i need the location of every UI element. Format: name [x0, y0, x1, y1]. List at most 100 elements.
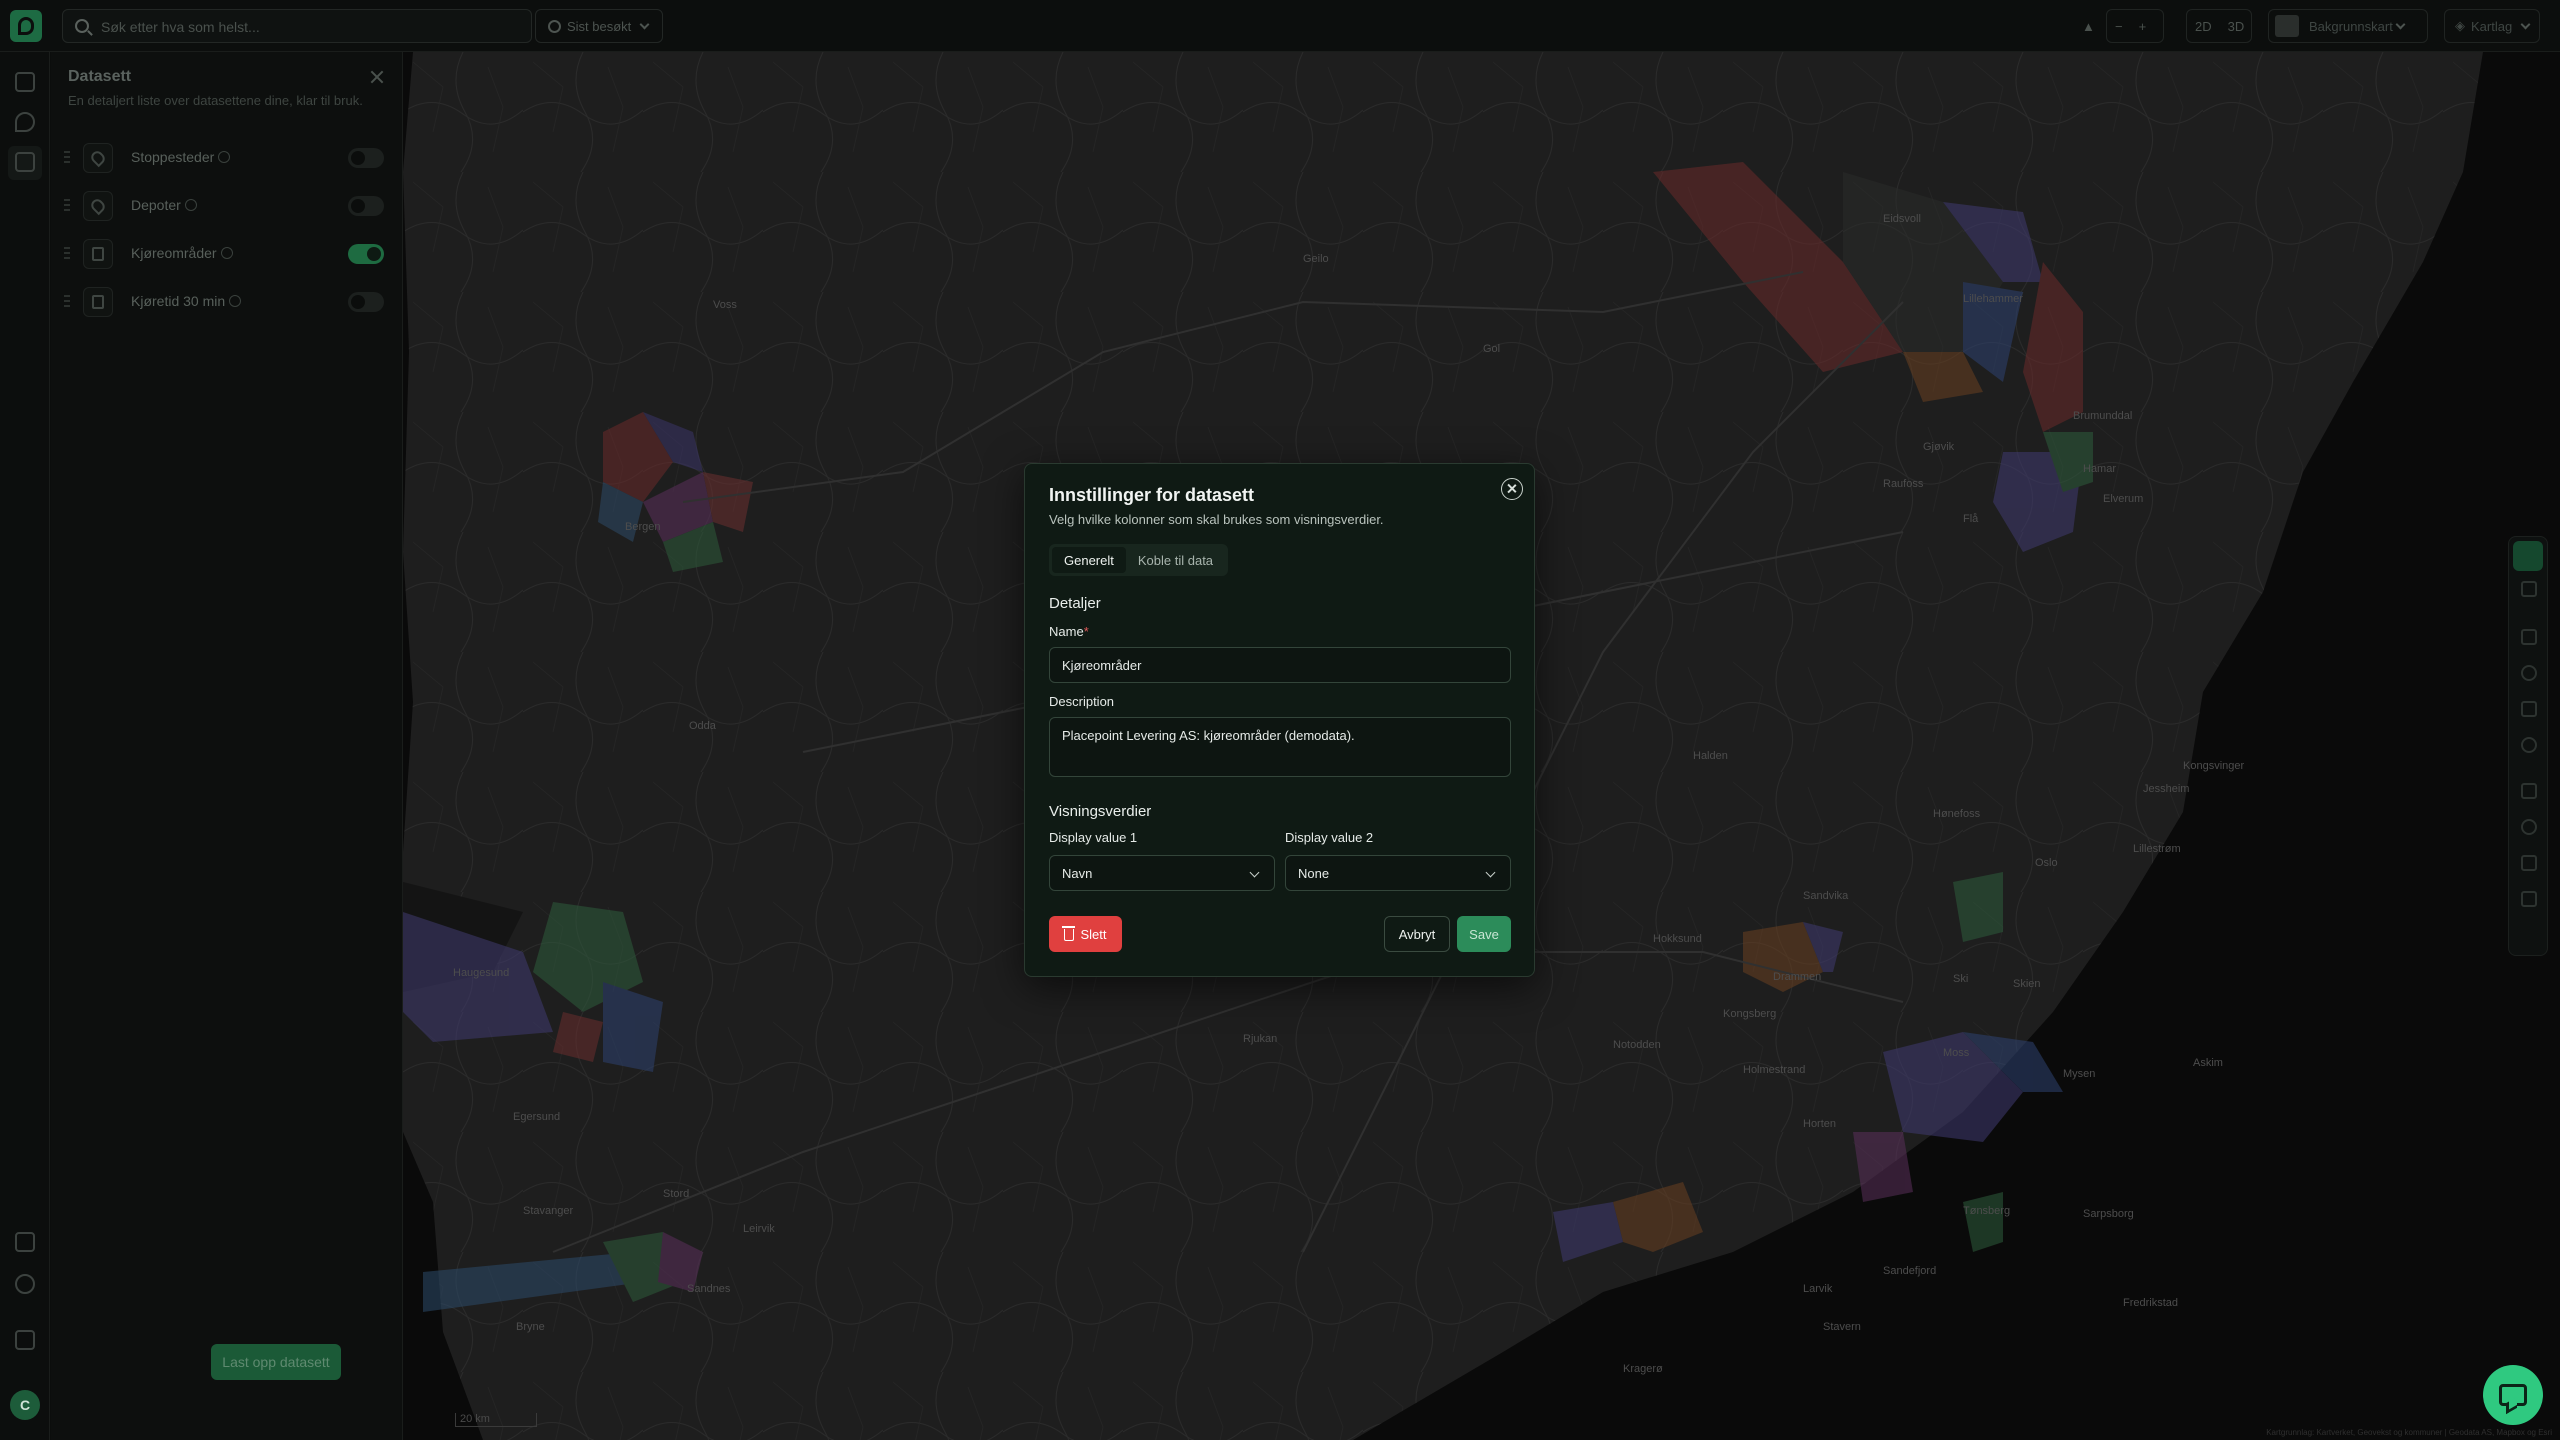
- layers-dropdown[interactable]: ◈ Kartlag: [2444, 9, 2540, 43]
- description-field[interactable]: Placepoint Levering AS: kjøreområder (de…: [1049, 717, 1511, 777]
- info-icon[interactable]: [184, 199, 197, 211]
- map-place-label: Kragerø: [1623, 1363, 1663, 1375]
- info-icon[interactable]: [220, 247, 233, 259]
- save-button[interactable]: Save: [1457, 916, 1511, 952]
- map-place-label: Fredrikstad: [2123, 1297, 2178, 1309]
- drag-handle-icon[interactable]: [64, 295, 70, 309]
- dataset-toggle[interactable]: [348, 196, 384, 216]
- map-place-label: Tønsberg: [1963, 1205, 2010, 1217]
- dataset-label: Depoter: [131, 197, 181, 213]
- list-item[interactable]: Depoter: [51, 182, 403, 230]
- bookmark-icon[interactable]: [2521, 629, 2537, 645]
- left-rail: C: [0, 52, 50, 1440]
- app-logo[interactable]: [10, 10, 42, 42]
- display-value-2-select[interactable]: None: [1285, 855, 1511, 891]
- map-place-label: Odda: [689, 720, 717, 732]
- global-search[interactable]: Søk etter hva som helst...: [62, 9, 532, 43]
- search-icon: [75, 19, 89, 33]
- details-section-title: Detaljer: [1049, 595, 1101, 612]
- layers-label: Kartlag: [2471, 18, 2513, 34]
- zoom-in-button[interactable]: +: [2131, 10, 2155, 42]
- name-value: Kjøreområder: [1062, 657, 1142, 673]
- collapse-icon[interactable]: [2521, 927, 2537, 943]
- info-icon[interactable]: [218, 151, 231, 163]
- map-scale-bar: 20 km: [455, 1413, 537, 1427]
- background-map-label: Bakgrunnskart: [2309, 18, 2393, 34]
- map-tool-palette: [2508, 536, 2548, 956]
- map-place-label: Stord: [663, 1188, 689, 1200]
- avatar[interactable]: C: [10, 1390, 40, 1420]
- help-icon[interactable]: [15, 1274, 35, 1294]
- display-value-2-value: None: [1298, 865, 1330, 881]
- map-place-label: Bergen: [625, 521, 660, 533]
- display-value-1-select[interactable]: Navn: [1049, 855, 1275, 891]
- compass-icon: ▲: [2082, 18, 2095, 34]
- settings-icon[interactable]: [15, 1330, 35, 1350]
- dataset-toggle[interactable]: [348, 292, 384, 312]
- close-icon[interactable]: [370, 70, 384, 84]
- layers-icon: ◈: [2455, 18, 2465, 33]
- pin-icon: [83, 143, 113, 173]
- clock-icon: [548, 19, 561, 33]
- recent-label: Sist besøkt: [567, 18, 632, 34]
- camera-icon[interactable]: [2521, 701, 2537, 717]
- select-tool-button[interactable]: [2513, 541, 2543, 571]
- map-attribution[interactable]: Kartgrunnlag: Kartverket, Geovekst og ko…: [2266, 1428, 2552, 1437]
- target-icon[interactable]: [2521, 737, 2537, 753]
- chevron-down-icon: [2395, 19, 2406, 29]
- required-mark: *: [1083, 624, 1089, 639]
- rectangle-select-icon[interactable]: [2521, 581, 2537, 597]
- list-icon[interactable]: [15, 152, 35, 172]
- tab-general[interactable]: Generelt: [1052, 547, 1126, 573]
- delete-button[interactable]: Slett: [1049, 916, 1122, 952]
- view-3d-button[interactable]: 3D: [2220, 10, 2253, 42]
- map-place-label: Egersund: [513, 1111, 560, 1123]
- feedback-icon[interactable]: [15, 1232, 35, 1252]
- list-item[interactable]: Kjøretid 30 min: [51, 278, 403, 326]
- map-place-label: Raufoss: [1883, 478, 1924, 490]
- chat-button[interactable]: [2483, 1365, 2543, 1425]
- map-place-label: Leirvik: [743, 1223, 775, 1235]
- info-icon[interactable]: [229, 295, 242, 307]
- map-place-label: Askim: [2193, 1057, 2223, 1069]
- warning-icon[interactable]: [2521, 855, 2537, 871]
- map-place-label: Gjøvik: [1923, 441, 1955, 453]
- map-place-label: Hamar: [2083, 463, 2116, 475]
- name-label-text: Name: [1049, 624, 1084, 639]
- list-item[interactable]: Stoppesteder: [51, 134, 403, 182]
- name-label: Name*: [1049, 624, 1089, 639]
- close-dialog-button[interactable]: [1501, 478, 1523, 500]
- map-place-label: Rjukan: [1243, 1033, 1277, 1045]
- drag-handle-icon[interactable]: [64, 247, 70, 261]
- map-place-label: Oslo: [2035, 857, 2058, 869]
- recent-visited-dropdown[interactable]: Sist besøkt: [535, 9, 663, 43]
- drag-handle-icon[interactable]: [64, 151, 70, 165]
- map-place-label: Halden: [1693, 750, 1728, 762]
- map-icon[interactable]: [15, 72, 35, 92]
- background-map-dropdown[interactable]: Bakgrunnskart: [2268, 9, 2428, 43]
- pin-icon: [83, 191, 113, 221]
- route-icon[interactable]: [2521, 819, 2537, 835]
- globe-icon[interactable]: [2521, 665, 2537, 681]
- name-field[interactable]: Kjøreområder: [1049, 647, 1511, 683]
- cancel-button[interactable]: Avbryt: [1384, 916, 1450, 952]
- background-map-thumbnail: [2275, 15, 2299, 37]
- tag-icon[interactable]: [15, 112, 35, 132]
- map-place-label: Holmestrand: [1743, 1064, 1805, 1076]
- dataset-toggle[interactable]: [348, 244, 384, 264]
- zoom-out-button[interactable]: −: [2107, 10, 2131, 42]
- dataset-toggle[interactable]: [348, 148, 384, 168]
- tab-connect-data[interactable]: Koble til data: [1126, 547, 1225, 573]
- list-item[interactable]: Kjøreområder: [51, 230, 403, 278]
- map-place-label: Stavern: [1823, 1321, 1861, 1333]
- upload-dataset-button[interactable]: Last opp datasett: [211, 1344, 341, 1380]
- send-icon[interactable]: [2521, 891, 2537, 907]
- map-place-label: Skien: [2013, 978, 2041, 990]
- chevron-down-icon: [1249, 867, 1260, 878]
- polygon-icon: [83, 287, 113, 317]
- layers-stack-icon[interactable]: [2521, 783, 2537, 799]
- map-place-label: Hønefoss: [1933, 808, 1981, 820]
- compass-button[interactable]: ▲: [2074, 9, 2096, 43]
- drag-handle-icon[interactable]: [64, 199, 70, 213]
- view-2d-button[interactable]: 2D: [2187, 10, 2220, 42]
